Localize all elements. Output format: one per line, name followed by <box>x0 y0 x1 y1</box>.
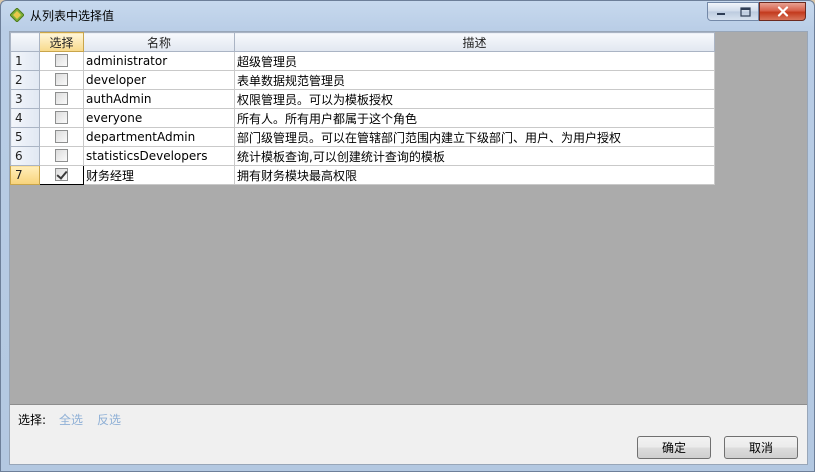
row-number[interactable]: 4 <box>10 108 40 128</box>
row-select-cell[interactable] <box>39 146 84 166</box>
role-name-cell[interactable]: everyone <box>83 108 235 128</box>
row-number[interactable]: 6 <box>10 146 40 166</box>
title-bar[interactable]: 从列表中选择值 <box>1 1 814 29</box>
row-number[interactable]: 1 <box>10 51 40 71</box>
table-row[interactable]: 6 statisticsDevelopers 统计模板查询,可以创建统计查询的模… <box>10 146 715 166</box>
role-description-cell[interactable]: 部门级管理员。可以在管辖部门范围内建立下级部门、用户、为用户授权 <box>234 127 715 147</box>
dialog-footer: 选择: 全选 反选 确定 取消 <box>10 406 807 464</box>
table-row-active[interactable]: 7 财务经理 拥有财务模块最高权限 <box>10 165 715 185</box>
app-diamond-icon <box>10 8 24 22</box>
row-number[interactable]: 7 <box>10 165 40 185</box>
role-name-cell[interactable]: 财务经理 <box>83 165 235 185</box>
row-checkbox[interactable] <box>55 111 68 124</box>
minimize-icon <box>716 12 725 15</box>
role-description-cell[interactable]: 超级管理员 <box>234 51 715 71</box>
role-name-cell[interactable]: developer <box>83 70 235 90</box>
role-description-cell[interactable]: 权限管理员。可以为模板授权 <box>234 89 715 109</box>
row-checkbox[interactable] <box>55 54 68 67</box>
table-row[interactable]: 3 authAdmin 权限管理员。可以为模板授权 <box>10 89 715 109</box>
grid-corner-cell[interactable] <box>10 32 40 52</box>
minimize-button[interactable] <box>707 2 734 21</box>
role-description-cell[interactable]: 表单数据规范管理员 <box>234 70 715 90</box>
row-number[interactable]: 3 <box>10 89 40 109</box>
close-button[interactable] <box>759 2 806 21</box>
maximize-button[interactable] <box>733 2 759 21</box>
row-select-cell[interactable] <box>39 127 84 147</box>
role-name-cell[interactable]: administrator <box>83 51 235 71</box>
role-name-cell[interactable]: statisticsDevelopers <box>83 146 235 166</box>
dialog-client-area: 选择 名称 描述 1 administrator 超级管理员 2 develop… <box>9 31 808 465</box>
select-all-link[interactable]: 全选 <box>59 411 83 428</box>
dialog-window: 从列表中选择值 选择 名称 描述 1 administrator 超级管理员 2… <box>0 0 815 472</box>
ok-button[interactable]: 确定 <box>637 436 711 459</box>
values-grid: 选择 名称 描述 1 administrator 超级管理员 2 develop… <box>10 32 715 185</box>
table-row[interactable]: 5 departmentAdmin 部门级管理员。可以在管辖部门范围内建立下级部… <box>10 127 715 147</box>
row-checkbox[interactable] <box>55 149 68 162</box>
row-select-cell[interactable] <box>39 165 84 185</box>
grid-header-row: 选择 名称 描述 <box>10 32 715 52</box>
maximize-icon <box>740 6 751 17</box>
row-select-cell[interactable] <box>39 51 84 71</box>
row-number[interactable]: 2 <box>10 70 40 90</box>
window-title: 从列表中选择值 <box>30 9 115 23</box>
close-icon <box>777 6 788 17</box>
table-row[interactable]: 1 administrator 超级管理员 <box>10 51 715 71</box>
row-select-cell[interactable] <box>39 108 84 128</box>
cancel-button[interactable]: 取消 <box>724 436 798 459</box>
role-name-cell[interactable]: departmentAdmin <box>83 127 235 147</box>
row-select-cell[interactable] <box>39 89 84 109</box>
row-number[interactable]: 5 <box>10 127 40 147</box>
column-header-description[interactable]: 描述 <box>234 32 715 52</box>
row-checkbox[interactable] <box>55 130 68 143</box>
row-checkbox[interactable] <box>55 92 68 105</box>
role-name-cell[interactable]: authAdmin <box>83 89 235 109</box>
select-label: 选择: <box>18 413 47 427</box>
row-checkbox-checked[interactable] <box>55 168 68 181</box>
row-checkbox[interactable] <box>55 73 68 86</box>
role-description-cell[interactable]: 拥有财务模块最高权限 <box>234 165 715 185</box>
column-header-select[interactable]: 选择 <box>39 32 84 52</box>
role-description-cell[interactable]: 统计模板查询,可以创建统计查询的模板 <box>234 146 715 166</box>
invert-selection-link[interactable]: 反选 <box>97 411 121 428</box>
table-row[interactable]: 4 everyone 所有人。所有用户都属于这个角色 <box>10 108 715 128</box>
values-grid-area[interactable]: 选择 名称 描述 1 administrator 超级管理员 2 develop… <box>10 32 807 405</box>
column-header-name[interactable]: 名称 <box>83 32 235 52</box>
table-row[interactable]: 2 developer 表单数据规范管理员 <box>10 70 715 90</box>
role-description-cell[interactable]: 所有人。所有用户都属于这个角色 <box>234 108 715 128</box>
row-select-cell[interactable] <box>39 70 84 90</box>
